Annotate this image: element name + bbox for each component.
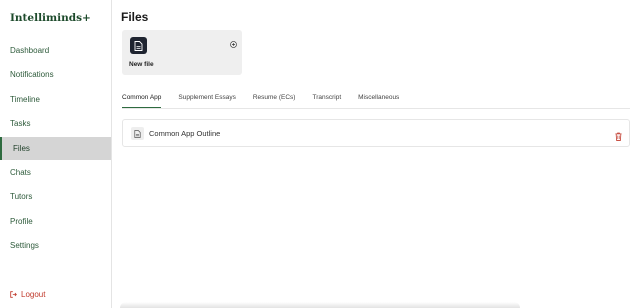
logout-label: Logout xyxy=(21,290,46,299)
tab-resume-ecs[interactable]: Resume (ECs) xyxy=(253,94,296,108)
nav-item-tutors[interactable]: Tutors xyxy=(0,185,111,208)
document-icon xyxy=(130,37,147,54)
trash-icon[interactable] xyxy=(615,128,622,146)
nav-item-dashboard[interactable]: Dashboard xyxy=(0,39,111,62)
nav-item-timeline[interactable]: Timeline xyxy=(0,88,111,111)
new-file-card[interactable]: New file xyxy=(122,30,242,75)
file-category-tabs: Common App Supplement Essays Resume (ECs… xyxy=(122,94,416,108)
nav-item-chats[interactable]: Chats xyxy=(0,161,111,184)
new-file-label: New file xyxy=(129,61,154,68)
file-name: Common App Outline xyxy=(149,129,221,138)
add-circle-icon[interactable] xyxy=(230,35,237,53)
sidebar: Intelliminds+ Dashboard Notifications Ti… xyxy=(0,0,112,308)
logout-button[interactable]: Logout xyxy=(10,290,45,299)
nav-item-files[interactable]: Files xyxy=(0,137,111,160)
nav-item-tasks[interactable]: Tasks xyxy=(0,112,111,135)
nav-item-notifications[interactable]: Notifications xyxy=(0,63,111,86)
file-icon xyxy=(131,127,144,140)
bottom-shadow xyxy=(120,302,520,308)
brand-logo: Intelliminds+ xyxy=(10,12,91,24)
tab-miscellaneous[interactable]: Miscellaneous xyxy=(358,94,399,108)
tab-common-app[interactable]: Common App xyxy=(122,94,162,108)
page-title: Files xyxy=(121,10,149,24)
nav-item-profile[interactable]: Profile xyxy=(0,210,111,233)
nav-item-settings[interactable]: Settings xyxy=(0,234,111,257)
tab-transcript[interactable]: Transcript xyxy=(312,94,341,108)
tab-divider xyxy=(122,108,630,109)
tab-supplement-essays[interactable]: Supplement Essays xyxy=(178,94,235,108)
logout-icon xyxy=(10,291,17,298)
main-content: Files New file Common App Supplement Ess… xyxy=(111,0,640,308)
file-list-item[interactable]: Common App Outline xyxy=(122,119,630,147)
